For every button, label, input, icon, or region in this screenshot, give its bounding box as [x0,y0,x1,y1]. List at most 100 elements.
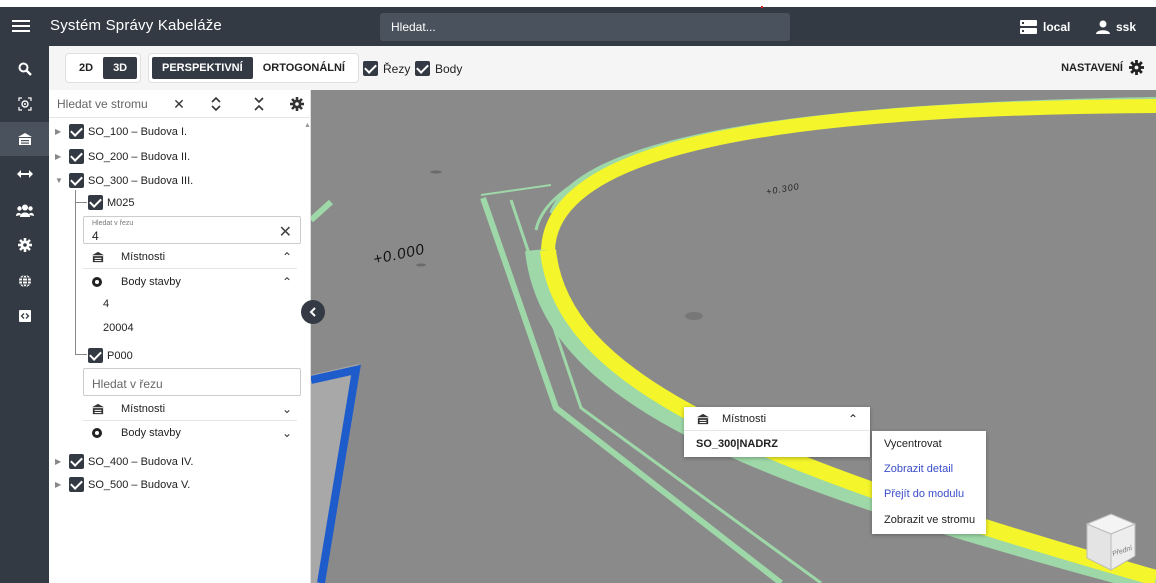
rooms-label: Místnosti [121,402,166,415]
arrows-horizontal-icon[interactable] [14,163,36,185]
node-label: M025 [107,196,135,209]
tree-node-p000[interactable]: P000 [88,348,133,363]
scroll-up-arrow[interactable]: ▲ [304,122,311,129]
3d-viewport[interactable]: +0.000 +0.300 Přední [311,90,1156,583]
node-checkbox[interactable] [69,477,84,492]
points-row[interactable]: Body stavby ⌄ [83,421,297,445]
chevron-down-icon[interactable]: ⌄ [277,402,297,416]
tree-search-input[interactable]: Hledat ve stromu [57,97,148,111]
tree-node-so300[interactable]: ▼ SO_300 – Budova III. [55,173,193,188]
view-2d-button[interactable]: 2D [69,57,103,79]
menu-item-go-to-module[interactable]: Přejít do modulu [884,488,964,500]
menu-item-show-detail[interactable]: Zobrazit detail [884,463,953,475]
tree-node-so400[interactable]: ▶ SO_400 – Budova IV. [55,454,193,469]
floor-plane [311,90,1156,583]
rooms-row[interactable]: Místnosti ⌃ [83,245,297,269]
tree-node-m025[interactable]: M025 [88,195,135,210]
node-checkbox[interactable] [69,173,84,188]
menu-item-center[interactable]: Vycentrovat [884,438,942,450]
chevron-up-icon[interactable]: ⌃ [277,250,297,264]
settings-label: NASTAVENÍ [1061,61,1123,74]
settings-button[interactable]: NASTAVENÍ [1061,60,1144,75]
expand-arrow-icon[interactable]: ▶ [55,152,65,161]
node-checkbox[interactable] [69,124,84,139]
icon-rail [0,46,49,583]
context-menu: Vycentrovat Zobrazit detail Přejít do mo… [872,431,986,534]
point-value[interactable]: 4 [103,298,109,310]
dimension-toggle: 2D 3D [66,54,141,82]
users-icon[interactable] [14,199,36,221]
tree-settings-gear-icon[interactable] [288,95,306,113]
tree-panel: Hledat ve stromu ✕ ▲ ▶ SO_100 – Budova I… [49,90,311,583]
menu-icon[interactable] [12,17,30,35]
section-filter-field[interactable]: Hledat v řezu [83,368,301,396]
scene-canvas [311,90,1156,583]
top-bar: Systém Správy Kabeláže Hledat... local s… [0,7,1156,46]
global-search-input[interactable]: Hledat... [380,13,790,41]
field-label: Hledat v řezu [92,220,134,227]
perspective-button[interactable]: PERSPEKTIVNÍ [152,57,253,79]
node-checkbox[interactable] [69,149,84,164]
collapse-arrow-icon[interactable]: ▼ [55,176,65,185]
popup-value[interactable]: SO_300|NADRZ [696,438,778,450]
code-icon[interactable] [14,305,36,327]
point-value[interactable]: 20004 [103,322,134,334]
point-icon [91,276,107,288]
collapse-panel-button[interactable] [301,300,325,324]
sections-label: Řezy [383,61,411,76]
gear-icon[interactable] [14,234,36,256]
tree-node-so500[interactable]: ▶ SO_500 – Budova V. [55,477,190,492]
menu-item-show-in-tree[interactable]: Zobrazit ve stromu [884,514,975,526]
field-value: 4 [92,229,99,243]
checkbox-icon [363,61,378,76]
rooms-row[interactable]: Místnosti ⌄ [83,397,297,421]
clear-icon[interactable]: ✕ [279,222,292,242]
target-icon[interactable] [14,93,36,115]
search-icon[interactable] [14,58,36,80]
building-icon[interactable] [0,122,49,156]
tree-line [75,190,76,354]
tree-search-bar: Hledat ve stromu ✕ [49,90,311,118]
popup-header[interactable]: Místnosti ⌃ [684,407,870,431]
floor-marker [430,170,442,174]
chevron-left-icon [309,307,316,317]
navigation-cube[interactable]: Přední [1079,512,1141,572]
user-label: ssk [1116,20,1137,34]
expand-arrow-icon[interactable]: ▶ [55,480,65,489]
collapse-all-icon[interactable] [250,95,268,113]
node-label: P000 [107,349,133,362]
points-checkbox[interactable]: Body [415,61,462,76]
points-row[interactable]: Body stavby ⌃ [83,270,297,294]
expand-arrow-icon[interactable]: ▶ [55,127,65,136]
orthographic-button[interactable]: ORTOGONÁLNÍ [253,57,355,79]
points-label: Body [435,61,463,76]
expand-all-icon[interactable] [207,95,225,113]
close-icon[interactable]: ✕ [170,95,188,113]
section-filter-field[interactable]: Hledat v řezu 4 ✕ [83,216,301,244]
checkbox-icon [415,61,430,76]
view-3d-button[interactable]: 3D [103,57,138,79]
red-marker [761,6,763,8]
field-placeholder: Hledat v řezu [92,377,163,391]
local-label: local [1043,20,1071,34]
chevron-down-icon[interactable]: ⌄ [277,426,297,440]
expand-arrow-icon[interactable]: ▶ [55,457,65,466]
node-checkbox[interactable] [88,195,103,210]
user-button[interactable]: ssk [1096,17,1136,37]
local-server-button[interactable]: local [1020,17,1070,37]
node-label: SO_400 – Budova IV. [88,455,194,468]
tree-node-so200[interactable]: ▶ SO_200 – Budova II. [55,149,190,164]
building-icon [696,413,710,425]
rooms-label: Místnosti [121,250,166,263]
chevron-up-icon[interactable]: ⌃ [277,275,297,289]
node-checkbox[interactable] [69,454,84,469]
gear-icon [1129,60,1144,75]
point-icon [91,427,107,439]
user-icon [1096,20,1110,34]
cube-icon [1085,513,1137,571]
tree-node-so100[interactable]: ▶ SO_100 – Budova I. [55,124,187,139]
chevron-up-icon[interactable]: ⌃ [836,412,870,426]
globe-icon[interactable] [14,270,36,292]
sections-checkbox[interactable]: Řezy [363,61,410,76]
node-checkbox[interactable] [88,348,103,363]
